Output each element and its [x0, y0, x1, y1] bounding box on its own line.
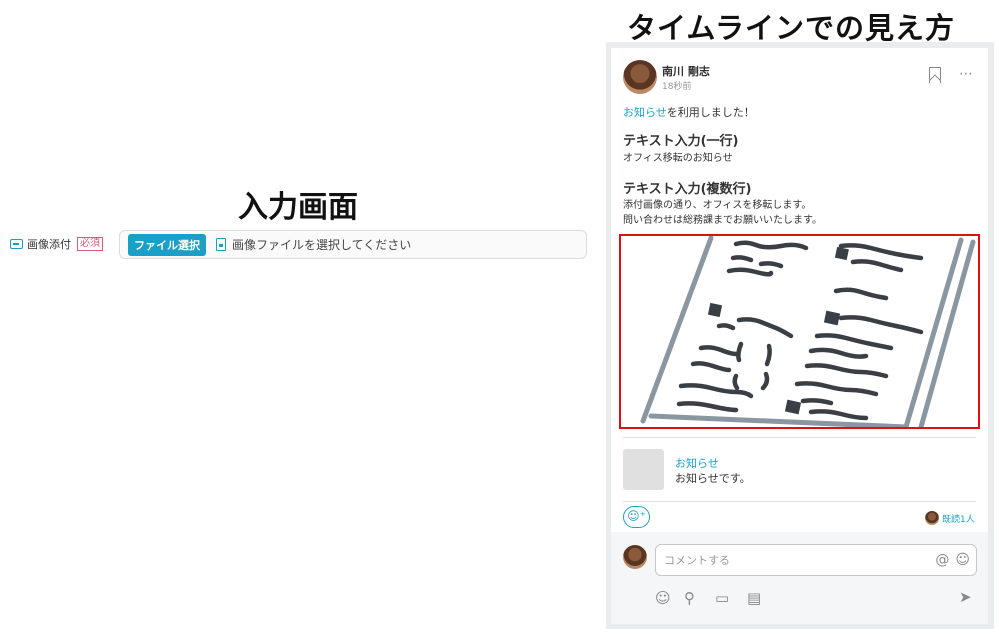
file-icon[interactable]: ▤	[747, 589, 761, 607]
stamp-icon[interactable]: ⚲	[684, 589, 695, 607]
post-time: 18秒前	[662, 82, 692, 92]
attached-image[interactable]	[619, 234, 980, 429]
bookmark-icon[interactable]	[929, 67, 941, 83]
notice-thumbnail[interactable]	[623, 449, 664, 490]
commenter-avatar	[623, 545, 647, 569]
image-attach-label: 画像添付 必須	[10, 236, 103, 252]
image-file-icon	[216, 238, 226, 251]
section-text-single-line: オフィス移転のお知らせ	[623, 153, 733, 164]
add-reaction-button[interactable]: ☺⁺	[623, 506, 650, 528]
input-screen-title: 入力画面	[238, 190, 358, 225]
image-attach-label-text: 画像添付	[27, 238, 71, 251]
section-text-multi-line-1: 添付画像の通り、オフィスを移転します。	[623, 200, 812, 211]
comment-placeholder: コメントする	[664, 554, 730, 567]
mention-icon[interactable]: @	[935, 552, 949, 568]
read-status[interactable]: 既読1人	[942, 512, 975, 525]
notice-title[interactable]: お知らせ	[675, 455, 719, 471]
divider	[623, 437, 976, 438]
section-text-multi-line-2: 問い合わせは総務課までお願いいたします。	[623, 215, 822, 226]
required-badge: 必須	[77, 237, 103, 251]
post-author[interactable]: 南川 剛志	[662, 63, 710, 79]
image-icon	[10, 239, 23, 249]
comment-input[interactable]: コメントする @ ☺	[655, 544, 977, 576]
file-input-field[interactable]: ファイル選択 画像ファイルを選択してください	[119, 230, 587, 259]
post-intro: お知らせを利用しました！	[623, 104, 755, 120]
notice-body: お知らせです。	[675, 472, 751, 485]
file-select-button[interactable]: ファイル選択	[128, 233, 206, 256]
timeline-screen-title: タイムラインでの見え方	[627, 11, 955, 45]
file-hint-text: 画像ファイルを選択してください	[232, 238, 412, 252]
divider	[623, 501, 976, 502]
timeline-post-card: 南川 剛志 18秒前 ⋯ お知らせを利用しました！ テキスト入力(一行) オフィ…	[611, 48, 988, 624]
section-title-single-line: テキスト入力(一行)	[623, 134, 739, 149]
image-icon[interactable]: ▭	[715, 589, 729, 607]
notice-app-link[interactable]: お知らせ	[623, 106, 667, 119]
document-illustration	[640, 236, 976, 427]
emoji-icon[interactable]: ☺	[955, 552, 970, 568]
avatar[interactable]	[623, 60, 657, 94]
send-icon[interactable]: ➤	[959, 588, 972, 606]
smile-icon[interactable]: ☺	[655, 589, 671, 607]
more-icon[interactable]: ⋯	[959, 66, 974, 82]
post-intro-text: を利用しました！	[666, 106, 755, 119]
section-title-multi-line: テキスト入力(複数行)	[623, 182, 752, 197]
reader-avatar	[925, 511, 939, 525]
